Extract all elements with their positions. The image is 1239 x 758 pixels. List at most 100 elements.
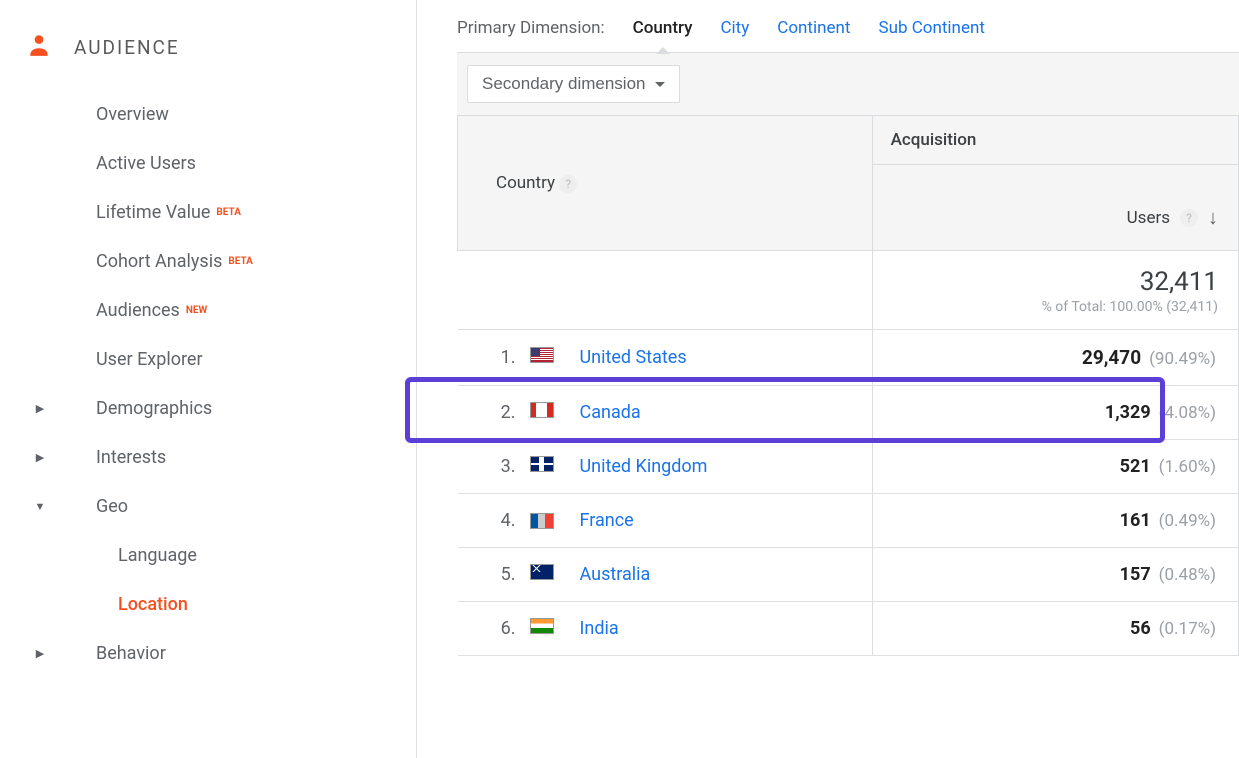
dimension-country[interactable]: Country (633, 18, 693, 38)
country-cell: United Kingdom (560, 440, 873, 494)
dimension-city[interactable]: City (720, 18, 749, 38)
summary-subtext: % of Total: 100.00% (32,411) (873, 299, 1218, 315)
users-value: 521 (1120, 456, 1151, 477)
nav-demographics[interactable]: ▶ Demographics (20, 384, 416, 433)
nav-user-explorer[interactable]: User Explorer (20, 335, 416, 384)
nav-label: User Explorer (96, 349, 203, 370)
country-cell: Canada (560, 386, 873, 440)
flag-us-icon (530, 347, 554, 363)
country-link[interactable]: United Kingdom (580, 456, 708, 477)
country-link[interactable]: Australia (580, 564, 651, 585)
nav-label: Location (118, 594, 188, 615)
th-users-label: Users (1127, 208, 1170, 228)
nav-active-users[interactable]: Active Users (20, 139, 416, 188)
table-row: 2. Canada 1,329 (4.08%) (458, 386, 1239, 440)
badge-new: NEW (186, 305, 207, 316)
rank-cell: 6. (458, 602, 524, 656)
chevron-down-icon: ▼ (20, 500, 60, 513)
nav-label: Geo (96, 496, 128, 517)
flag-cell (524, 494, 560, 548)
country-cell: India (560, 602, 873, 656)
users-cell: 56(0.17%) (872, 602, 1238, 656)
nav-label: Overview (96, 104, 169, 125)
flag-in-icon (530, 618, 554, 634)
users-value: 161 (1120, 510, 1151, 531)
toolbar: Secondary dimension (457, 52, 1239, 116)
users-percent: (90.49%) (1149, 349, 1216, 369)
chevron-right-icon: ▶ (20, 647, 60, 660)
users-percent: (4.08%) (1159, 403, 1216, 423)
flag-cell (524, 330, 560, 386)
nav-interests[interactable]: ▶ Interests (20, 433, 416, 482)
users-percent: (0.49%) (1159, 511, 1216, 531)
chevron-right-icon: ▶ (20, 451, 60, 464)
country-link[interactable]: France (580, 510, 634, 531)
nav-audiences[interactable]: Audiences NEW (20, 286, 416, 335)
table-row: 1.United States29,470(90.49%) (458, 330, 1239, 386)
summary-row: 32,411 % of Total: 100.00% (32,411) (458, 251, 1239, 330)
nav-location[interactable]: Location (20, 580, 416, 629)
audience-icon (26, 32, 52, 62)
secondary-dimension-button[interactable]: Secondary dimension (467, 65, 680, 103)
flag-gb-icon (530, 456, 554, 472)
table-row: 4.France161(0.49%) (458, 494, 1239, 548)
users-percent: (0.48%) (1159, 565, 1216, 585)
flag-ca-icon (530, 402, 554, 418)
users-value: 1,329 (1105, 402, 1151, 423)
dimension-sub-continent[interactable]: Sub Continent (878, 18, 984, 38)
sidebar-header: AUDIENCE (20, 20, 416, 90)
primary-dimension-row: Primary Dimension: Country City Continen… (457, 18, 1239, 52)
badge-beta: BETA (216, 207, 241, 218)
summary-total: 32,411 (873, 267, 1218, 297)
users-cell: 29,470(90.49%) (872, 330, 1238, 386)
nav-label: Cohort Analysis (96, 251, 222, 272)
nav-cohort-analysis[interactable]: Cohort Analysis BETA (20, 237, 416, 286)
table-row: 5. Australia 157 (0.48%) (458, 548, 1239, 602)
flag-fr-icon (530, 513, 554, 529)
flag-cell (524, 386, 560, 440)
nav-label: Interests (96, 447, 166, 468)
flag-cell (524, 548, 560, 602)
country-cell: France (560, 494, 873, 548)
dimension-continent[interactable]: Continent (777, 18, 850, 38)
users-cell: 521 (1.60%) (872, 440, 1238, 494)
nav-label: Language (118, 545, 197, 566)
caret-down-icon (655, 82, 665, 87)
nav-label: Behavior (96, 643, 166, 664)
nav-lifetime-value[interactable]: Lifetime Value BETA (20, 188, 416, 237)
flag-cell (524, 602, 560, 656)
nav-behavior[interactable]: ▶ Behavior (20, 629, 416, 678)
rank-cell: 3. (458, 440, 524, 494)
th-acquisition: Acquisition Users ? ↓ (872, 116, 1238, 251)
sidebar-nav: OverviewActive UsersLifetime ValueBETACo… (20, 90, 416, 678)
th-country[interactable]: Country ? (458, 116, 873, 251)
nav-overview[interactable]: Overview (20, 90, 416, 139)
users-cell: 161 (0.49%) (872, 494, 1238, 548)
country-link[interactable]: United States (580, 347, 687, 368)
secondary-dimension-label: Secondary dimension (482, 74, 645, 94)
main-content: Primary Dimension: Country City Continen… (417, 0, 1239, 758)
nav-geo[interactable]: ▼ Geo (20, 482, 416, 531)
sidebar: AUDIENCE Overview Active Users Lifetime Va… (0, 0, 417, 758)
nav-label: Active Users (96, 153, 196, 174)
nav-label: Audiences (96, 300, 180, 321)
users-percent: (0.17%) (1159, 619, 1216, 639)
nav-label: Demographics (96, 398, 212, 419)
badge-beta: BETA (228, 256, 253, 267)
nav-label: Lifetime Value (96, 202, 210, 223)
th-users[interactable]: Users ? ↓ (873, 165, 1238, 250)
geo-table: Country ? Acquisition Users ? ↓ (457, 116, 1239, 656)
country-link[interactable]: India (580, 618, 619, 639)
help-icon[interactable]: ? (1180, 209, 1198, 227)
chevron-right-icon: ▶ (20, 402, 60, 415)
nav-language[interactable]: Language (20, 531, 416, 580)
rank-cell: 5. (458, 548, 524, 602)
th-country-label: Country (496, 173, 555, 193)
help-icon[interactable]: ? (559, 175, 577, 193)
users-cell: 157 (0.48%) (872, 548, 1238, 602)
country-link[interactable]: Canada (580, 402, 641, 423)
users-value: 157 (1120, 564, 1151, 585)
country-cell: Australia (560, 548, 873, 602)
rank-cell: 2. (458, 386, 524, 440)
users-percent: (1.60%) (1159, 457, 1216, 477)
